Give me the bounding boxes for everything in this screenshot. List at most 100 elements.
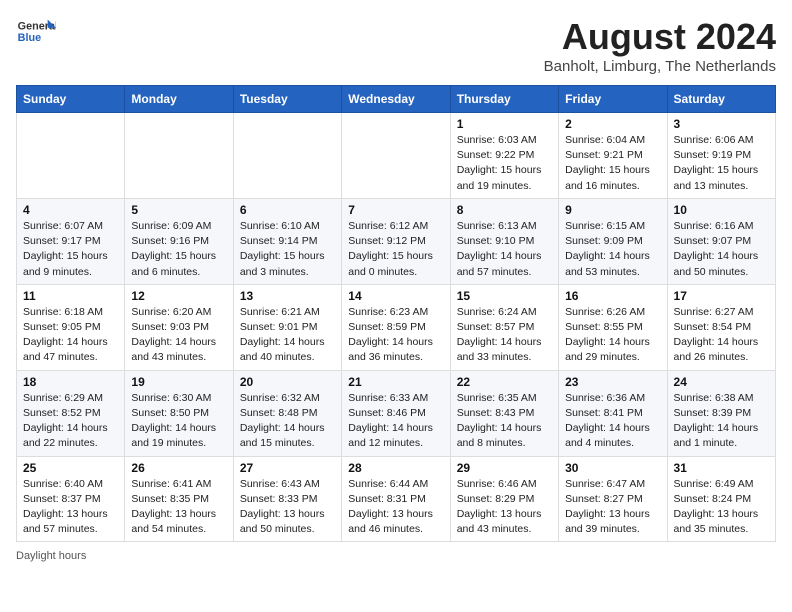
table-row: 9 Sunrise: 6:15 AMSunset: 9:09 PMDaylight…	[559, 198, 667, 284]
day-info: Sunrise: 6:03 AMSunset: 9:22 PMDaylight:…	[457, 133, 552, 194]
day-number: 31	[674, 461, 769, 475]
day-info: Sunrise: 6:32 AMSunset: 8:48 PMDaylight:…	[240, 391, 335, 452]
table-row: 3 Sunrise: 6:06 AMSunset: 9:19 PMDaylight…	[667, 113, 775, 199]
col-thursday: Thursday	[450, 86, 558, 113]
table-row: 7 Sunrise: 6:12 AMSunset: 9:12 PMDaylight…	[342, 198, 450, 284]
col-friday: Friday	[559, 86, 667, 113]
table-row: 23 Sunrise: 6:36 AMSunset: 8:41 PMDayligh…	[559, 370, 667, 456]
table-row: 1 Sunrise: 6:03 AMSunset: 9:22 PMDaylight…	[450, 113, 558, 199]
day-number: 26	[131, 461, 226, 475]
day-number: 25	[23, 461, 118, 475]
day-info: Sunrise: 6:26 AMSunset: 8:55 PMDaylight:…	[565, 305, 660, 366]
table-row: 11Sunrise: 6:18 AMSunset: 9:05 PMDayligh…	[17, 284, 125, 370]
table-row: 15Sunrise: 6:24 AMSunset: 8:57 PMDayligh…	[450, 284, 558, 370]
table-row	[342, 113, 450, 199]
day-number: 8	[457, 203, 552, 217]
day-info: Sunrise: 6:30 AMSunset: 8:50 PMDaylight:…	[131, 391, 226, 452]
day-info: Sunrise: 6:23 AMSunset: 8:59 PMDaylight:…	[348, 305, 443, 366]
day-info: Sunrise: 6:04 AMSunset: 9:21 PMDaylight:…	[565, 133, 660, 194]
calendar-week-row: 1 Sunrise: 6:03 AMSunset: 9:22 PMDaylight…	[17, 113, 776, 199]
month-year: August 2024	[544, 16, 776, 58]
day-number: 17	[674, 289, 769, 303]
table-row: 31 Sunrise: 6:49 AMSunset: 8:24 PMDayligh…	[667, 456, 775, 542]
day-number: 28	[348, 461, 443, 475]
day-info: Sunrise: 6:35 AMSunset: 8:43 PMDaylight:…	[457, 391, 552, 452]
table-row: 13 Sunrise: 6:21 AMSunset: 9:01 PMDayligh…	[233, 284, 341, 370]
day-number: 29	[457, 461, 552, 475]
title-section: August 2024 Banholt, Limburg, The Nether…	[544, 16, 776, 75]
calendar-week-row: 11Sunrise: 6:18 AMSunset: 9:05 PMDayligh…	[17, 284, 776, 370]
daylight-label: Daylight hours	[16, 550, 86, 562]
table-row: 12Sunrise: 6:20 AMSunset: 9:03 PMDayligh…	[125, 284, 233, 370]
table-row: 10 Sunrise: 6:16 AMSunset: 9:07 PMDayligh…	[667, 198, 775, 284]
day-number: 2	[565, 117, 660, 131]
table-row: 8 Sunrise: 6:13 AMSunset: 9:10 PMDaylight…	[450, 198, 558, 284]
day-number: 21	[348, 375, 443, 389]
day-info: Sunrise: 6:12 AMSunset: 9:12 PMDaylight:…	[348, 219, 443, 280]
day-number: 1	[457, 117, 552, 131]
day-number: 13	[240, 289, 335, 303]
day-number: 9	[565, 203, 660, 217]
day-info: Sunrise: 6:36 AMSunset: 8:41 PMDaylight:…	[565, 391, 660, 452]
day-number: 6	[240, 203, 335, 217]
table-row: 27Sunrise: 6:43 AMSunset: 8:33 PMDayligh…	[233, 456, 341, 542]
table-row: 4 Sunrise: 6:07 AMSunset: 9:17 PMDaylight…	[17, 198, 125, 284]
day-info: Sunrise: 6:09 AMSunset: 9:16 PMDaylight:…	[131, 219, 226, 280]
day-info: Sunrise: 6:49 AMSunset: 8:24 PMDaylight:…	[674, 477, 769, 538]
calendar-week-row: 25 Sunrise: 6:40 AMSunset: 8:37 PMDayligh…	[17, 456, 776, 542]
day-info: Sunrise: 6:29 AMSunset: 8:52 PMDaylight:…	[23, 391, 118, 452]
table-row: 5 Sunrise: 6:09 AMSunset: 9:16 PMDaylight…	[125, 198, 233, 284]
footer-note: Daylight hours	[16, 550, 776, 562]
day-info: Sunrise: 6:41 AMSunset: 8:35 PMDaylight:…	[131, 477, 226, 538]
table-row: 16 Sunrise: 6:26 AMSunset: 8:55 PMDayligh…	[559, 284, 667, 370]
location: Banholt, Limburg, The Netherlands	[544, 58, 776, 75]
day-number: 7	[348, 203, 443, 217]
day-info: Sunrise: 6:07 AMSunset: 9:17 PMDaylight:…	[23, 219, 118, 280]
day-number: 5	[131, 203, 226, 217]
table-row: 29Sunrise: 6:46 AMSunset: 8:29 PMDayligh…	[450, 456, 558, 542]
day-number: 27	[240, 461, 335, 475]
table-row	[233, 113, 341, 199]
day-number: 14	[348, 289, 443, 303]
table-row: 25 Sunrise: 6:40 AMSunset: 8:37 PMDayligh…	[17, 456, 125, 542]
day-info: Sunrise: 6:15 AMSunset: 9:09 PMDaylight:…	[565, 219, 660, 280]
calendar-week-row: 4 Sunrise: 6:07 AMSunset: 9:17 PMDaylight…	[17, 198, 776, 284]
day-info: Sunrise: 6:21 AMSunset: 9:01 PMDaylight:…	[240, 305, 335, 366]
day-number: 15	[457, 289, 552, 303]
day-number: 20	[240, 375, 335, 389]
table-row: 21 Sunrise: 6:33 AMSunset: 8:46 PMDayligh…	[342, 370, 450, 456]
table-row: 17 Sunrise: 6:27 AMSunset: 8:54 PMDayligh…	[667, 284, 775, 370]
table-row: 18 Sunrise: 6:29 AMSunset: 8:52 PMDayligh…	[17, 370, 125, 456]
day-number: 23	[565, 375, 660, 389]
day-info: Sunrise: 6:38 AMSunset: 8:39 PMDaylight:…	[674, 391, 769, 452]
day-info: Sunrise: 6:06 AMSunset: 9:19 PMDaylight:…	[674, 133, 769, 194]
day-info: Sunrise: 6:33 AMSunset: 8:46 PMDaylight:…	[348, 391, 443, 452]
calendar-week-row: 18 Sunrise: 6:29 AMSunset: 8:52 PMDayligh…	[17, 370, 776, 456]
day-info: Sunrise: 6:27 AMSunset: 8:54 PMDaylight:…	[674, 305, 769, 366]
page-container: General Blue August 2024 Banholt, Limbur…	[16, 16, 776, 562]
day-number: 4	[23, 203, 118, 217]
day-info: Sunrise: 6:40 AMSunset: 8:37 PMDaylight:…	[23, 477, 118, 538]
table-row: 6 Sunrise: 6:10 AMSunset: 9:14 PMDaylight…	[233, 198, 341, 284]
day-number: 16	[565, 289, 660, 303]
header: General Blue August 2024 Banholt, Limbur…	[16, 16, 776, 75]
day-info: Sunrise: 6:16 AMSunset: 9:07 PMDaylight:…	[674, 219, 769, 280]
day-info: Sunrise: 6:47 AMSunset: 8:27 PMDaylight:…	[565, 477, 660, 538]
col-saturday: Saturday	[667, 86, 775, 113]
logo-icon: General Blue	[16, 16, 56, 48]
table-row: 28Sunrise: 6:44 AMSunset: 8:31 PMDayligh…	[342, 456, 450, 542]
table-row: 20 Sunrise: 6:32 AMSunset: 8:48 PMDayligh…	[233, 370, 341, 456]
day-info: Sunrise: 6:13 AMSunset: 9:10 PMDaylight:…	[457, 219, 552, 280]
day-number: 30	[565, 461, 660, 475]
day-number: 18	[23, 375, 118, 389]
day-info: Sunrise: 6:10 AMSunset: 9:14 PMDaylight:…	[240, 219, 335, 280]
day-number: 10	[674, 203, 769, 217]
table-row: 2 Sunrise: 6:04 AMSunset: 9:21 PMDaylight…	[559, 113, 667, 199]
day-info: Sunrise: 6:18 AMSunset: 9:05 PMDaylight:…	[23, 305, 118, 366]
logo: General Blue	[16, 16, 56, 48]
table-row: 14 Sunrise: 6:23 AMSunset: 8:59 PMDayligh…	[342, 284, 450, 370]
table-row: 30 Sunrise: 6:47 AMSunset: 8:27 PMDayligh…	[559, 456, 667, 542]
table-row: 19Sunrise: 6:30 AMSunset: 8:50 PMDayligh…	[125, 370, 233, 456]
table-row: 24Sunrise: 6:38 AMSunset: 8:39 PMDayligh…	[667, 370, 775, 456]
day-number: 3	[674, 117, 769, 131]
